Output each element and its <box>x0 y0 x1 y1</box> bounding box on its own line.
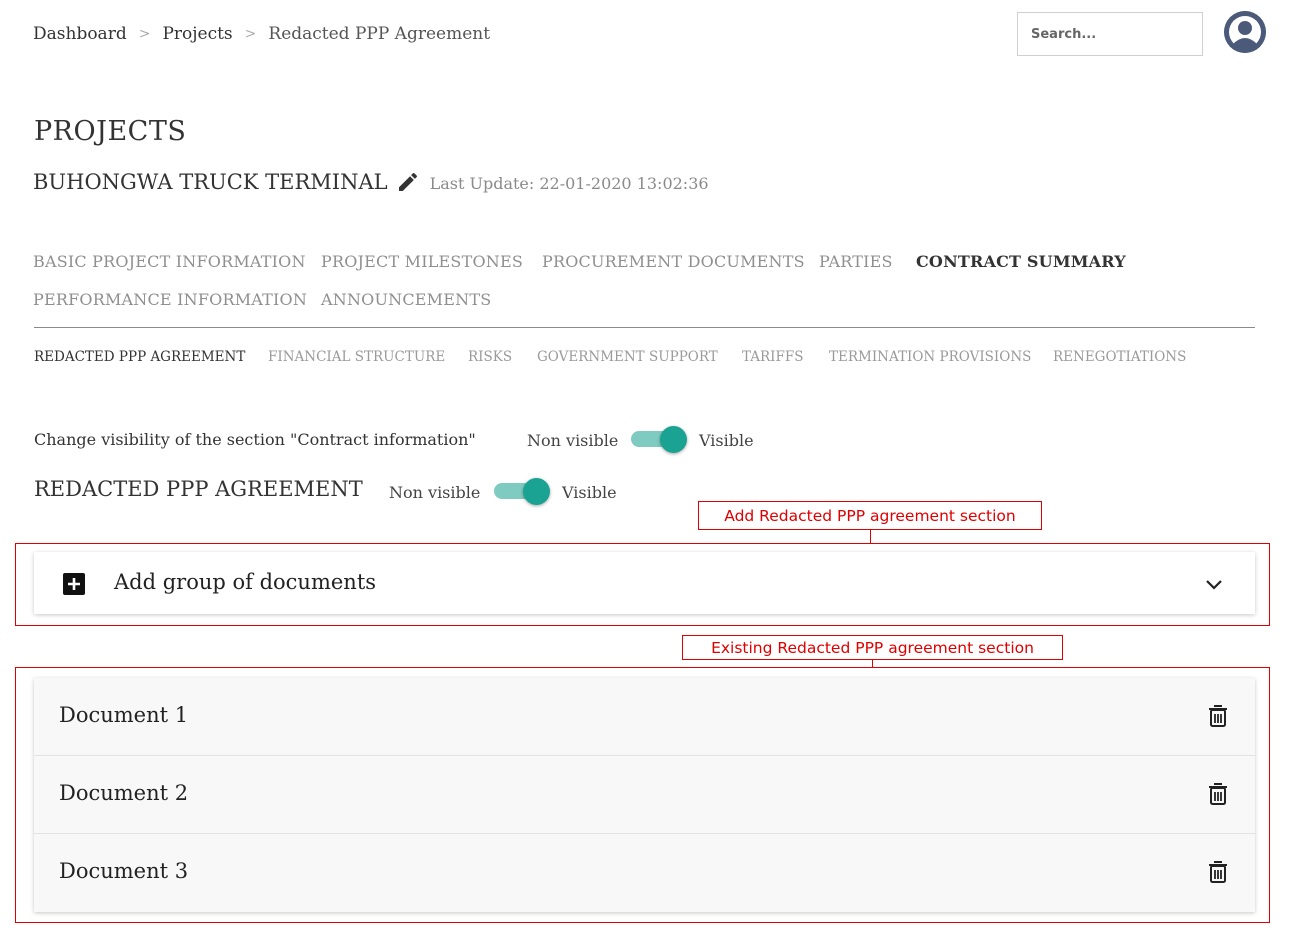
search-box <box>1017 12 1203 56</box>
pencil-edit-icon[interactable] <box>396 170 420 194</box>
existing-section-callout: Existing Redacted PPP agreement section <box>682 635 1063 660</box>
search-input[interactable] <box>1018 13 1202 55</box>
subtab-financial-structure[interactable]: FINANCIAL STRUCTURE <box>268 349 445 365</box>
subtab-termination-provisions[interactable]: TERMINATION PROVISIONS <box>829 349 1031 365</box>
add-group-of-documents-panel[interactable]: Add group of documents <box>34 552 1255 614</box>
subtab-renegotiations[interactable]: RENEGOTIATIONS <box>1053 349 1186 365</box>
non-visible-label: Non visible <box>389 483 481 502</box>
add-box-icon <box>62 572 86 600</box>
user-avatar-icon[interactable] <box>1224 11 1266 53</box>
tabs-divider <box>34 327 1255 328</box>
section-title: REDACTED PPP AGREEMENT <box>34 477 363 501</box>
breadcrumb-current: Redacted PPP Agreement <box>268 24 491 44</box>
add-section-callout: Add Redacted PPP agreement section <box>698 501 1042 530</box>
subtab-tariffs[interactable]: TARIFFS <box>742 349 804 365</box>
tab-project-milestones[interactable]: PROJECT MILESTONES <box>321 252 523 271</box>
section-visibility-toggle[interactable] <box>494 478 552 505</box>
breadcrumb: Dashboard > Projects > Redacted PPP Agre… <box>33 24 490 44</box>
tab-procurement-documents[interactable]: PROCUREMENT DOCUMENTS <box>542 252 805 271</box>
subtab-redacted-ppp-agreement[interactable]: REDACTED PPP AGREEMENT <box>34 349 245 365</box>
contract-info-visibility-toggle[interactable] <box>631 426 689 453</box>
callout-connector <box>870 530 871 544</box>
toggle-thumb <box>660 426 687 453</box>
trash-icon[interactable] <box>1207 860 1229 888</box>
document-label: Document 2 <box>59 781 189 805</box>
document-list: Document 1 Document 2 Document 3 <box>34 678 1255 912</box>
breadcrumb-dashboard[interactable]: Dashboard <box>33 24 127 44</box>
project-header: BUHONGWA TRUCK TERMINAL Last Update: 22-… <box>33 170 709 194</box>
document-label: Document 1 <box>59 703 189 727</box>
page-title: PROJECTS <box>34 116 187 147</box>
breadcrumb-separator: > <box>138 26 151 42</box>
subtab-government-support[interactable]: GOVERNMENT SUPPORT <box>537 349 718 365</box>
tab-announcements[interactable]: ANNOUNCEMENTS <box>321 290 491 309</box>
trash-icon[interactable] <box>1207 782 1229 810</box>
tab-basic-project-information[interactable]: BASIC PROJECT INFORMATION <box>33 252 306 271</box>
non-visible-label: Non visible <box>527 431 619 450</box>
tab-parties[interactable]: PARTIES <box>819 252 893 271</box>
tab-contract-summary[interactable]: CONTRACT SUMMARY <box>916 252 1126 271</box>
visible-label: Visible <box>562 483 617 502</box>
breadcrumb-projects[interactable]: Projects <box>162 24 232 44</box>
toggle-thumb <box>523 478 550 505</box>
tab-performance-information[interactable]: PERFORMANCE INFORMATION <box>33 290 307 309</box>
breadcrumb-separator: > <box>244 26 257 42</box>
subtab-risks[interactable]: RISKS <box>468 349 512 365</box>
last-update-text: Last Update: 22-01-2020 13:02:36 <box>429 174 709 193</box>
document-row[interactable]: Document 2 <box>34 756 1255 834</box>
visible-label: Visible <box>699 431 754 450</box>
document-label: Document 3 <box>59 859 189 883</box>
add-group-label: Add group of documents <box>114 570 377 594</box>
document-row[interactable]: Document 3 <box>34 834 1255 912</box>
contract-info-visibility-label: Change visibility of the section "Contra… <box>34 430 476 449</box>
chevron-down-icon[interactable] <box>1205 576 1223 595</box>
document-row[interactable]: Document 1 <box>34 678 1255 756</box>
project-name: BUHONGWA TRUCK TERMINAL <box>33 170 388 194</box>
trash-icon[interactable] <box>1207 704 1229 732</box>
